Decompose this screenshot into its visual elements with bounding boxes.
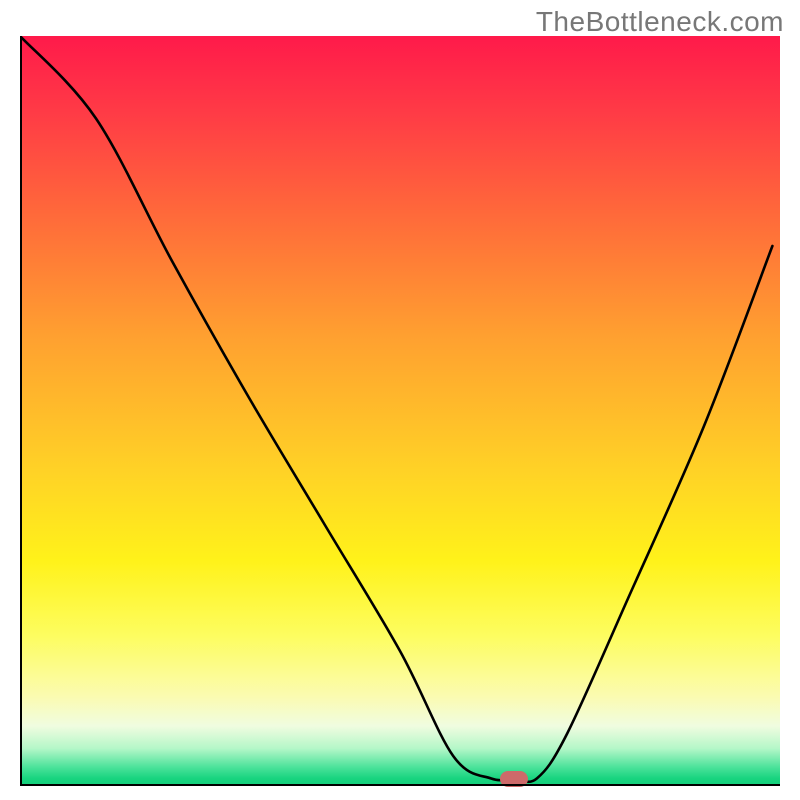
y-axis	[20, 36, 22, 786]
x-axis	[20, 784, 780, 786]
bottleneck-curve	[20, 36, 780, 786]
watermark-text: TheBottleneck.com	[536, 6, 784, 38]
chart-frame: TheBottleneck.com	[0, 0, 800, 800]
plot-area	[20, 36, 780, 786]
